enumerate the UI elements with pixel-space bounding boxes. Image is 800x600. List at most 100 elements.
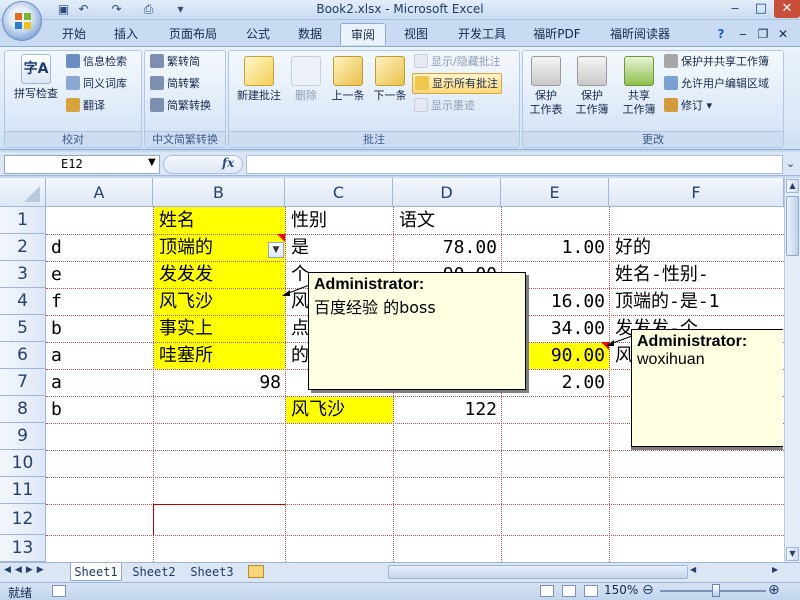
workbook-minimize-button[interactable]: ‒ — [734, 23, 752, 45]
protect-workbook-button[interactable]: 保护 工作簿 — [568, 56, 616, 117]
show-all-comments-button[interactable]: 显示所有批注 — [412, 73, 502, 94]
cell-b5[interactable]: 事实上 — [155, 316, 217, 342]
delete-comment-button[interactable]: 删除 — [286, 56, 326, 103]
minimize-button[interactable]: ‒ — [722, 0, 748, 18]
dropdown-arrow-icon[interactable]: ▼ — [268, 242, 284, 258]
cell-a3[interactable]: e — [47, 262, 66, 288]
previous-comment-button[interactable]: 上一条 — [328, 56, 368, 103]
close-button[interactable]: ✕ — [774, 0, 800, 18]
scroll-right-icon[interactable]: ▶ — [772, 565, 778, 574]
workbook-restore-button[interactable]: ❐ — [754, 23, 772, 45]
page-layout-view-icon[interactable] — [562, 585, 576, 597]
tab-insert[interactable]: 插入 — [104, 23, 148, 45]
row-header[interactable]: 13 — [0, 535, 46, 562]
comment-box[interactable]: Administrator: woxihuan — [631, 329, 783, 447]
horizontal-scrollbar[interactable] — [388, 565, 688, 579]
row-header[interactable]: 4 — [0, 288, 46, 315]
tab-formulas[interactable]: 公式 — [236, 23, 280, 45]
sheet-tab-1[interactable]: Sheet1 — [70, 563, 122, 581]
row-header[interactable]: 8 — [0, 396, 46, 423]
cell-b7[interactable]: 98 — [153, 370, 285, 396]
row-header[interactable]: 7 — [0, 369, 46, 396]
column-header-e[interactable]: E — [501, 178, 609, 207]
maximize-button[interactable]: □ — [748, 0, 774, 18]
zoom-slider-thumb[interactable] — [712, 584, 720, 597]
comment-box[interactable]: Administrator: 百度经验 的boss — [308, 272, 526, 390]
formula-input[interactable] — [246, 155, 783, 174]
zoom-level[interactable]: 150% — [604, 583, 638, 597]
simp-to-trad-button[interactable]: 简转繁 — [150, 74, 200, 94]
share-workbook-button[interactable]: 共享 工作簿 — [618, 56, 660, 117]
vertical-scrollbar[interactable]: ▲ ▼ — [784, 178, 800, 562]
cell-b1[interactable]: 姓名 — [155, 208, 199, 234]
cell-f2[interactable]: 好的 — [611, 235, 655, 261]
sheet-nav-icon[interactable]: ◀◀▶▶ — [4, 565, 48, 575]
cell-a2[interactable]: d — [47, 235, 66, 261]
tab-developer[interactable]: 开发工具 — [448, 23, 516, 45]
macro-record-icon[interactable] — [52, 585, 66, 597]
expand-formula-bar-icon[interactable]: ⌄ — [786, 157, 795, 170]
fx-icon[interactable]: fx — [222, 156, 234, 170]
spelling-button[interactable]: 字A 拼写检查 — [8, 54, 64, 101]
cell-b4[interactable]: 风飞沙 — [155, 289, 217, 315]
row-header[interactable]: 1 — [0, 207, 46, 234]
trad-to-simp-button[interactable]: 繁转简 — [150, 52, 200, 72]
zoom-out-icon[interactable]: ⊖ — [642, 582, 654, 598]
row-header[interactable]: 12 — [0, 504, 46, 535]
sheet-tab-2[interactable]: Sheet2 — [128, 563, 180, 581]
column-header-d[interactable]: D — [393, 178, 501, 207]
cell-b6[interactable]: 哇塞所 — [155, 343, 217, 369]
row-header[interactable]: 11 — [0, 477, 46, 504]
tab-page-layout[interactable]: 页面布局 — [158, 23, 228, 45]
page-break-view-icon[interactable] — [584, 585, 598, 597]
sheet-tab-3[interactable]: Sheet3 — [186, 563, 238, 581]
tab-home[interactable]: 开始 — [52, 23, 96, 45]
scroll-thumb[interactable] — [786, 196, 799, 256]
normal-view-icon[interactable] — [540, 585, 554, 597]
cell-d8[interactable]: 122 — [393, 397, 501, 423]
column-header-a[interactable]: A — [46, 178, 153, 207]
scroll-left-icon[interactable]: ◀ — [690, 565, 696, 574]
row-header[interactable]: 10 — [0, 450, 46, 477]
row-header[interactable]: 9 — [0, 423, 46, 450]
allow-edit-ranges-button[interactable]: 允许用户编辑区域 — [664, 74, 769, 94]
protect-share-button[interactable]: 保护并共享工作簿 — [664, 52, 769, 72]
show-hide-comment-button[interactable]: 显示/隐藏批注 — [414, 52, 501, 72]
thesaurus-button[interactable]: 同义词库 — [66, 74, 127, 94]
cell-f4[interactable]: 顶端的-是-1 — [611, 289, 724, 315]
cell-e2[interactable]: 1.00 — [501, 235, 609, 261]
new-comment-button[interactable]: 新建批注 — [232, 56, 286, 103]
cell-c2[interactable]: 是 — [287, 235, 313, 261]
convert-button[interactable]: 简繁转换 — [150, 96, 211, 116]
cell-a8[interactable]: b — [47, 397, 66, 423]
tab-view[interactable]: 视图 — [394, 23, 438, 45]
row-header[interactable]: 5 — [0, 315, 46, 342]
name-box-dropdown-icon[interactable]: ▼ — [148, 157, 156, 168]
tab-data[interactable]: 数据 — [288, 23, 332, 45]
tab-foxit-reader[interactable]: 福昕阅读器 — [600, 23, 680, 45]
cell-d2[interactable]: 78.00 — [393, 235, 501, 261]
row-header[interactable]: 2 — [0, 234, 46, 261]
office-button[interactable] — [2, 1, 42, 41]
column-header-f[interactable]: F — [609, 178, 784, 207]
cell-a6[interactable]: a — [47, 343, 66, 369]
column-header-b[interactable]: B — [153, 178, 285, 207]
next-comment-button[interactable]: 下一条 — [370, 56, 410, 103]
scroll-up-icon[interactable]: ▲ — [786, 179, 799, 193]
cell-b2[interactable]: 顶端的 — [155, 235, 217, 261]
zoom-in-icon[interactable]: ⊕ — [768, 582, 780, 598]
name-box[interactable]: E12 — [4, 155, 160, 174]
workbook-close-button[interactable]: ✕ — [774, 23, 792, 45]
show-ink-button[interactable]: 显示墨迹 — [414, 96, 475, 116]
cell-b3[interactable]: 发发发 — [155, 262, 217, 288]
translate-button[interactable]: 翻译 — [66, 96, 105, 116]
insert-sheet-icon[interactable] — [248, 565, 264, 578]
column-header-c[interactable]: C — [285, 178, 393, 207]
cell-c1[interactable]: 性别 — [287, 208, 331, 234]
help-icon[interactable]: ? — [712, 23, 730, 45]
row-header[interactable]: 6 — [0, 342, 46, 369]
select-all-button[interactable] — [0, 178, 46, 207]
tab-foxit-pdf[interactable]: 福昕PDF — [524, 23, 590, 45]
track-changes-button[interactable]: 修订 ▾ — [664, 96, 712, 116]
cell-f3[interactable]: 姓名-性别- — [611, 262, 713, 288]
